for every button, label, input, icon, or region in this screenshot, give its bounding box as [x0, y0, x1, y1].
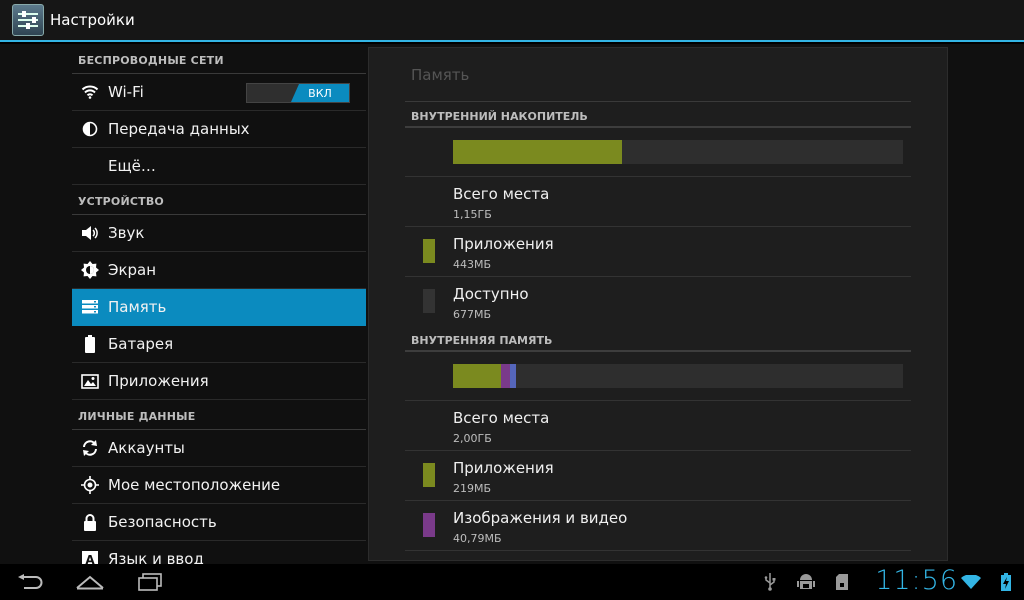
storage-row-apps[interactable]: Приложения 443МБ [405, 226, 911, 276]
sidebar-item-location[interactable]: Мое местоположение [72, 467, 366, 504]
sidebar-item-display[interactable]: Экран [72, 252, 366, 289]
color-swatch [423, 239, 435, 263]
sidebar-item-label: Язык и ввод [108, 550, 204, 564]
category-personal: ЛИЧНЫЕ ДАННЫЕ [72, 400, 366, 430]
row-value: 443МБ [453, 258, 492, 271]
color-swatch [423, 513, 435, 537]
apps-icon [72, 373, 108, 389]
settings-headers-list[interactable]: БЕСПРОВОДНЫЕ СЕТИ Wi-Fi ВКЛ Передача дан… [72, 44, 366, 564]
row-value: 677МБ [453, 308, 492, 321]
battery-charging-icon [996, 570, 1016, 594]
sidebar-item-label: Ещё… [108, 157, 156, 175]
row-title: Приложения [453, 459, 554, 477]
system-bar: 11:56 [0, 564, 1024, 600]
location-icon [72, 476, 108, 494]
sidebar-item-label: Wi-Fi [108, 83, 144, 101]
panel-title: Память [411, 66, 470, 84]
usage-segment [501, 364, 511, 388]
row-value: 1,15ГБ [453, 208, 492, 221]
color-swatch [423, 289, 435, 313]
row-title: Всего места [453, 409, 550, 427]
android-debug-icon [796, 570, 816, 594]
sidebar-item-apps[interactable]: Приложения [72, 363, 366, 400]
sidebar-item-label: Мое местоположение [108, 476, 281, 494]
keyboard-a-icon: A [72, 551, 108, 564]
memory-row-images-video[interactable]: Изображения и видео 40,79МБ [405, 500, 911, 550]
sidebar-item-sound[interactable]: Звук [72, 215, 366, 252]
usage-segment [453, 140, 623, 164]
sidebar-item-storage[interactable]: Память [72, 289, 366, 326]
color-swatch [423, 463, 435, 487]
row-value: 219МБ [453, 482, 492, 495]
memory-usage-bar [453, 364, 903, 388]
row-title: Приложения [453, 235, 554, 253]
sidebar-item-data-usage[interactable]: Передача данных [72, 111, 366, 148]
sidebar-item-label: Безопасность [108, 513, 217, 531]
status-clock: 11:56 [875, 565, 958, 596]
recent-apps-icon[interactable] [130, 568, 170, 596]
row-title: Изображения и видео [453, 509, 628, 527]
sidebar-item-language-input[interactable]: A Язык и ввод [72, 541, 366, 564]
storage-row-total[interactable]: Всего места 1,15ГБ [405, 176, 911, 226]
memory-row-total[interactable]: Всего места 2,00ГБ [405, 400, 911, 450]
brightness-icon [72, 261, 108, 279]
svg-text:A: A [85, 553, 95, 564]
app-title: Настройки [50, 11, 135, 29]
storage-row-available[interactable]: Доступно 677МБ [405, 276, 911, 326]
section-header-internal-memory: ВНУТРЕННЯЯ ПАМЯТЬ [411, 334, 553, 347]
row-value: 2,00ГБ [453, 432, 492, 445]
main-area: БЕСПРОВОДНЫЕ СЕТИ Wi-Fi ВКЛ Передача дан… [0, 44, 1024, 564]
back-icon[interactable] [10, 568, 50, 596]
settings-app-icon[interactable] [12, 4, 44, 36]
category-wireless: БЕСПРОВОДНЫЕ СЕТИ [72, 44, 366, 74]
sidebar-item-label: Передача данных [108, 120, 250, 138]
sidebar-item-label: Аккаунты [108, 439, 185, 457]
section-header-internal-storage: ВНУТРЕННИЙ НАКОПИТЕЛЬ [411, 110, 588, 123]
wifi-toggle[interactable]: ВКЛ [246, 83, 350, 103]
usage-segment [453, 364, 502, 388]
wifi-icon [72, 85, 108, 99]
battery-icon [72, 335, 108, 353]
wifi-toggle-on-label: ВКЛ [291, 84, 349, 102]
sidebar-item-more[interactable]: Ещё… [72, 148, 366, 185]
wifi-signal-icon [960, 570, 982, 594]
usage-segment [510, 364, 516, 388]
sidebar-item-accounts[interactable]: Аккаунты [72, 430, 366, 467]
storage-usage-bar [453, 140, 903, 164]
sidebar-item-battery[interactable]: Батарея [72, 326, 366, 363]
storage-icon [72, 300, 108, 314]
category-device: УСТРОЙСТВО [72, 185, 366, 215]
usb-icon [762, 570, 778, 594]
action-bar: Настройки [0, 0, 1024, 42]
lock-icon [72, 513, 108, 531]
sidebar-item-label: Память [108, 298, 167, 316]
sidebar-item-label: Приложения [108, 372, 209, 390]
sidebar-item-label: Экран [108, 261, 157, 279]
row-title: Доступно [453, 285, 529, 303]
memory-row-apps[interactable]: Приложения 219МБ [405, 450, 911, 500]
row-value: 40,79МБ [453, 532, 502, 545]
sync-icon [72, 439, 108, 457]
sidebar-item-label: Звук [108, 224, 145, 242]
row-title: Всего места [453, 185, 550, 203]
speaker-icon [72, 225, 108, 241]
sidebar-item-wifi[interactable]: Wi-Fi ВКЛ [72, 74, 366, 111]
sd-card-icon [834, 570, 850, 594]
data-usage-icon [72, 121, 108, 137]
sidebar-item-security[interactable]: Безопасность [72, 504, 366, 541]
home-icon[interactable] [70, 568, 110, 596]
storage-panel: Память ВНУТРЕННИЙ НАКОПИТЕЛЬ Всего места… [368, 47, 948, 561]
sidebar-item-label: Батарея [108, 335, 174, 353]
